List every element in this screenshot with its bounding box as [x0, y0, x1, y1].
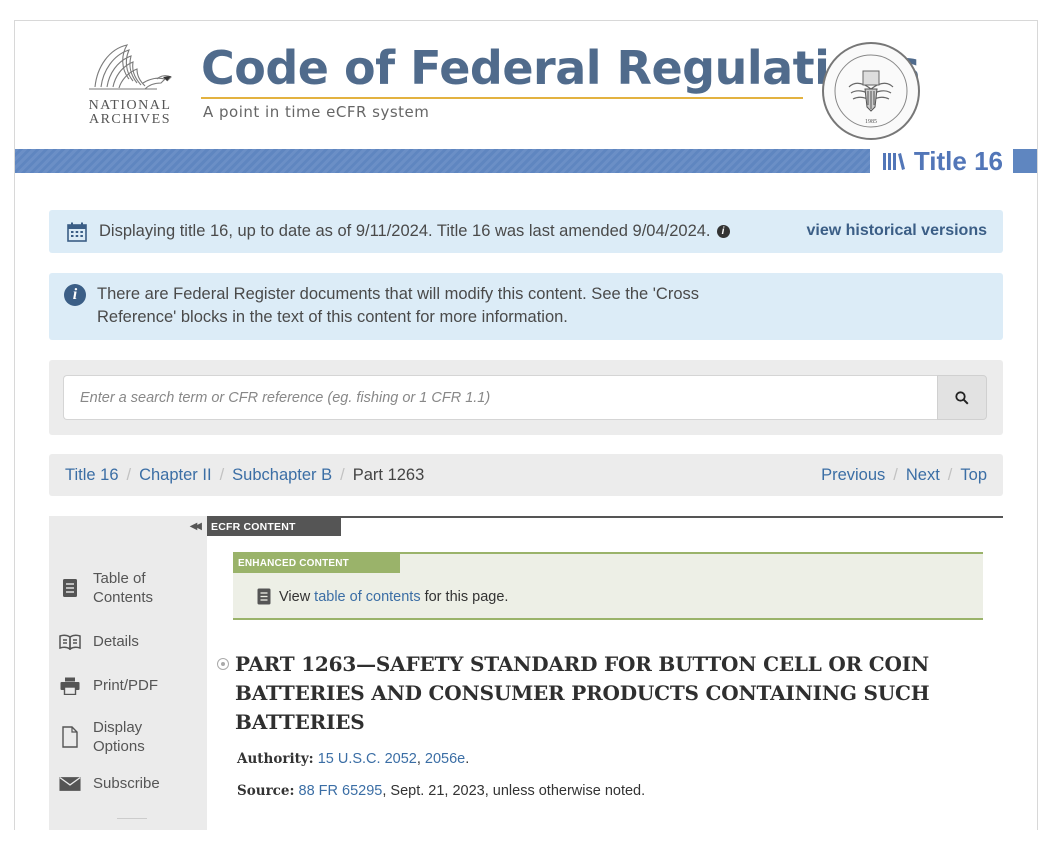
authority-link-2[interactable]: 2056e [425, 751, 465, 767]
federal-register-alert: i There are Federal Register documents t… [49, 273, 1003, 340]
book-icon [59, 634, 81, 650]
enhanced-content-line: View table of contents for this page. [257, 588, 508, 605]
sidebar-item-subscribe[interactable]: Subscribe [59, 774, 160, 793]
page-navigation: Previous / Next / Top [821, 465, 987, 485]
view-suffix: for this page. [424, 588, 509, 605]
page-icon [59, 726, 81, 748]
sidebar-item-label: Details [93, 633, 139, 650]
title-badge[interactable]: Title 16 [869, 145, 1037, 177]
top-link[interactable]: Top [960, 466, 987, 485]
sidebar-item-label: Subscribe [93, 775, 160, 792]
sidebar-item-label: Options [93, 738, 145, 755]
sidebar-item-display-options[interactable]: Display Options [59, 718, 145, 756]
source-line: Source: 88 FR 65295, Sept. 21, 2023, unl… [237, 783, 645, 799]
ecfr-content-tab: ECFR CONTENT [207, 518, 341, 536]
sidebar-item-label: Table of [93, 570, 146, 587]
search-button[interactable] [937, 375, 987, 420]
info-small-icon[interactable]: i [716, 225, 730, 238]
part-expand-icon[interactable] [217, 658, 229, 670]
document-icon [257, 588, 271, 605]
title-badge-label: Title 16 [913, 145, 1003, 176]
svg-text:1985: 1985 [865, 119, 877, 125]
national-archives-text: NATIONAL ARCHIVES [88, 98, 172, 127]
breadcrumb-title-16[interactable]: Title 16 [65, 466, 119, 485]
fr-alert-line1: There are Federal Register documents tha… [97, 285, 700, 303]
envelope-icon [59, 776, 81, 792]
books-icon [882, 153, 905, 170]
sidebar-item-print-pdf[interactable]: Print/PDF [59, 676, 158, 695]
date-alert-text: Displaying title 16, up to date as of 9/… [99, 222, 711, 240]
national-archives-logo[interactable]: NATIONAL ARCHIVES [75, 39, 185, 139]
sidebar-item-table-of-contents[interactable]: Table of Contents [59, 569, 153, 607]
view-prefix: View [279, 588, 311, 605]
sidebar-divider [117, 818, 147, 819]
site-subtitle: A point in time eCFR system [203, 103, 430, 121]
table-of-contents-link[interactable]: table of contents [314, 589, 420, 605]
date-alert: Displaying title 16, up to date as of 9/… [49, 210, 1003, 253]
part-heading: PART 1263—SAFETY STANDARD FOR BUTTON CEL… [235, 652, 930, 734]
breadcrumb: Title 16 / Chapter II / Subchapter B / P… [49, 454, 1003, 496]
sidebar-item-label: Contents [93, 589, 154, 606]
authority-link-1[interactable]: 15 U.S.C. 2052 [318, 751, 417, 767]
eagle-logo-icon [89, 44, 172, 90]
breadcrumb-subchapter-b[interactable]: Subchapter B [232, 466, 332, 485]
search-input[interactable] [63, 375, 937, 420]
site-title[interactable]: Code of Federal Regulations [201, 41, 920, 95]
sidebar: ◀◀ Table of Contents Details Print/PDF D… [49, 516, 207, 830]
source-label: Source: [237, 783, 295, 799]
breadcrumb-current: Part 1263 [352, 465, 425, 484]
document-icon [59, 578, 81, 598]
fr-alert-line2: Reference' blocks in the text of this co… [97, 308, 568, 326]
archives-seal-icon: 1985 [819, 39, 923, 143]
printer-icon [59, 677, 81, 695]
sidebar-item-label: Print/PDF [93, 677, 159, 694]
next-link[interactable]: Next [906, 466, 940, 485]
sidebar-item-details[interactable]: Details [59, 632, 139, 651]
source-link[interactable]: 88 FR 65295 [299, 783, 383, 799]
search-bar [49, 360, 1003, 435]
enhanced-content-box: ENHANCED CONTENT View table of contents … [233, 552, 983, 620]
info-icon: i [64, 284, 86, 306]
authority-label: Authority: [237, 751, 314, 767]
search-icon [955, 390, 969, 405]
calendar-icon [67, 222, 87, 242]
title-underline [201, 97, 803, 99]
enhanced-content-tab: ENHANCED CONTENT [233, 554, 400, 573]
sidebar-item-label: Display [93, 719, 143, 736]
breadcrumb-chapter-ii[interactable]: Chapter II [139, 466, 211, 485]
page-frame: NATIONAL ARCHIVES Code of Federal Regula… [14, 20, 1038, 830]
view-historical-versions-link[interactable]: view historical versions [806, 222, 987, 240]
authority-line: Authority: 15 U.S.C. 2052, 2056e. [237, 751, 470, 767]
previous-link[interactable]: Previous [821, 466, 885, 485]
collapse-sidebar-icon[interactable]: ◀◀ [190, 521, 203, 532]
source-suffix: , Sept. 21, 2023, unless otherwise noted… [382, 783, 646, 799]
